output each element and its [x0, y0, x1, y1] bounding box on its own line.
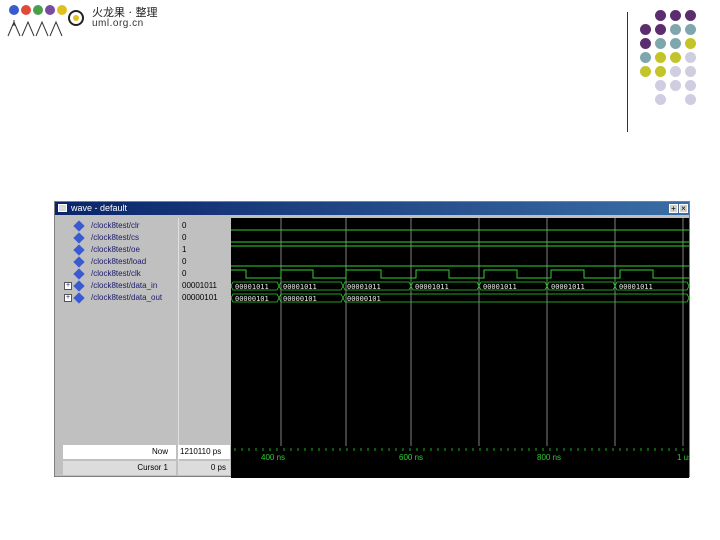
decorative-dot — [670, 52, 681, 63]
signal-name: /clock8test/data_out — [91, 293, 163, 302]
window-icon — [58, 204, 67, 212]
signal-name-pane: /clock8test/clr/clock8test/cs/clock8test… — [63, 218, 176, 463]
signal-value: 1 — [182, 245, 187, 254]
decorative-dot — [640, 66, 651, 77]
bus-data-in-label: 00001011 — [235, 283, 269, 291]
bus-data-in-label: 00001011 — [551, 283, 585, 291]
decorative-dot — [655, 24, 666, 35]
logo-graphic — [7, 5, 84, 37]
decorative-dot — [685, 38, 696, 49]
brand-url: uml.org.cn — [92, 18, 144, 29]
wave-window: wave - default + × /clock8test/clr/clock… — [54, 201, 690, 478]
decorative-dot — [685, 10, 696, 21]
decorative-dot — [655, 66, 666, 77]
signal-name: /clock8test/clr — [91, 221, 140, 230]
decorative-dot — [655, 38, 666, 49]
now-label: Now — [151, 447, 168, 456]
decorative-dot — [670, 10, 681, 21]
bus-data-out-label: 00000101 — [283, 295, 317, 303]
waveform-pane[interactable]: 00001011 00001011 00001011 00001011 00001011… — [231, 218, 689, 446]
ruler-label: 1 us — [677, 453, 689, 462]
now-value: 1210110 ps — [178, 445, 230, 459]
signal-diamond-icon — [73, 268, 85, 280]
signal-value: 00000101 — [182, 293, 218, 302]
now-label-box: Now — [63, 445, 176, 459]
bus-data-in-label: 00001011 — [347, 283, 381, 291]
dock-icon[interactable]: + — [669, 204, 678, 213]
decorative-dot — [655, 94, 666, 105]
signal-name: /clock8test/oe — [91, 245, 140, 254]
signal-diamond-icon — [73, 292, 85, 304]
signal-name: /clock8test/data_in — [91, 281, 158, 290]
ruler-label: 600 ns — [399, 453, 423, 462]
wave-clk — [231, 269, 689, 279]
expand-icon[interactable]: + — [64, 282, 72, 290]
signal-value: 0 — [182, 221, 187, 230]
decorative-dot — [640, 38, 651, 49]
bus-data-out-label: 00000101 — [235, 295, 269, 303]
bus-data-in-label: 00001011 — [415, 283, 449, 291]
title-bar[interactable]: wave - default + × — [55, 202, 689, 215]
signal-value: 0 — [182, 257, 187, 266]
signal-diamond-icon — [73, 232, 85, 244]
bus-data-out-label: 00000101 — [347, 295, 381, 303]
signal-name: /clock8test/clk — [91, 269, 141, 278]
decorative-dot — [685, 94, 696, 105]
divider-line — [627, 12, 628, 132]
cursor-label-box[interactable]: Cursor 1 — [63, 461, 176, 475]
decorative-dot — [640, 52, 651, 63]
window-title: wave - default — [71, 203, 128, 213]
signal-name: /clock8test/load — [91, 257, 147, 266]
bus-data-in-label: 00001011 — [283, 283, 317, 291]
decorative-dot — [685, 52, 696, 63]
ruler-label: 800 ns — [537, 453, 561, 462]
signal-diamond-icon — [73, 256, 85, 268]
cursor-value: 0 ps — [178, 461, 230, 475]
decorative-dot — [670, 24, 681, 35]
decorative-dot — [655, 10, 666, 21]
signal-value: 00001011 — [182, 281, 217, 290]
cursor-label: Cursor 1 — [137, 463, 168, 472]
decorative-dot — [685, 24, 696, 35]
signal-name: /clock8test/cs — [91, 233, 140, 242]
bus-data-in-label: 00001011 — [483, 283, 517, 291]
signal-value-pane: 0 0 1 0 0 00001011 00000101 — [178, 218, 231, 463]
close-icon[interactable]: × — [679, 204, 688, 213]
signal-diamond-icon — [73, 280, 85, 292]
decorative-dot — [670, 80, 681, 91]
signal-diamond-icon — [73, 244, 85, 256]
signal-diamond-icon — [73, 220, 85, 232]
decorative-dot — [655, 52, 666, 63]
bus-data-out-segment — [342, 293, 689, 303]
decorative-dot — [655, 80, 666, 91]
decorative-dot — [670, 66, 681, 77]
decorative-dot — [685, 80, 696, 91]
decorative-dot — [685, 66, 696, 77]
decorative-dot — [640, 24, 651, 35]
signal-value: 0 — [182, 269, 187, 278]
decorative-dot — [670, 38, 681, 49]
expand-icon[interactable]: + — [64, 294, 72, 302]
ruler-label: 400 ns — [261, 453, 285, 462]
bus-data-in-label: 00001011 — [619, 283, 653, 291]
signal-value: 0 — [182, 233, 187, 242]
time-ruler[interactable]: 400 ns 600 ns 800 ns 1 us — [231, 446, 689, 478]
